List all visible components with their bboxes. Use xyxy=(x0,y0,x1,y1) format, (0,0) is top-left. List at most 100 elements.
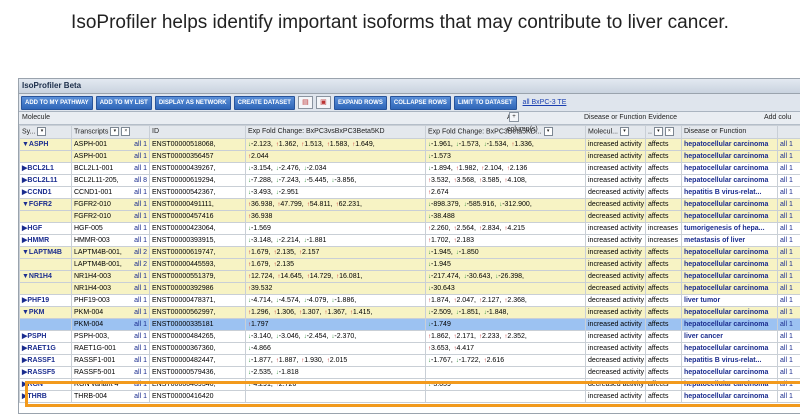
all-link[interactable]: all 1 xyxy=(134,272,147,282)
transcript-cell[interactable]: LAPTM4B-001,all 2 xyxy=(72,259,150,271)
transcript-cell[interactable]: PSPH-003,all 1 xyxy=(72,331,150,343)
all-link[interactable]: all 8 xyxy=(134,176,147,186)
transcript-cell[interactable]: RAET1G-001all 1 xyxy=(72,343,150,355)
transcript-cell[interactable]: BCL2L11-205,all 8 xyxy=(72,175,150,187)
ensembl-id-cell[interactable]: ENST00000562997, xyxy=(150,307,246,319)
ensembl-id-cell[interactable]: ENST00000542367, xyxy=(150,187,246,199)
remove-column-icon[interactable]: × xyxy=(121,127,130,136)
table-row[interactable]: ▶RGNRGN variant 4all 1ENST00000469346,↓-… xyxy=(20,379,800,391)
col-relation[interactable]: ..▾× xyxy=(646,126,682,139)
symbol-cell[interactable]: ▶HGF xyxy=(20,223,72,235)
add-to-pathway-button[interactable]: ADD TO MY PATHWAY xyxy=(21,96,93,110)
count-cell[interactable]: all 1 xyxy=(778,247,800,259)
symbol-cell[interactable]: ▶RASSF5 xyxy=(20,367,72,379)
transcript-cell[interactable]: ASPH-001all 1 xyxy=(72,151,150,163)
symbol-cell[interactable] xyxy=(20,259,72,271)
ensembl-id-cell[interactable]: ENST00000439267, xyxy=(150,163,246,175)
ensembl-id-cell[interactable]: ENST00000392986 xyxy=(150,283,246,295)
all-link[interactable]: all 1 xyxy=(134,236,147,246)
all-link[interactable]: all 1 xyxy=(134,140,147,150)
transcript-cell[interactable]: NR1H4-003all 1 xyxy=(72,283,150,295)
disease-cell[interactable]: hepatocellular carcinoma xyxy=(682,163,778,175)
transcript-cell[interactable]: FGFR2-010all 1 xyxy=(72,211,150,223)
count-cell[interactable]: all 1 xyxy=(778,199,800,211)
count-cell[interactable]: all 1 xyxy=(778,175,800,187)
symbol-cell[interactable]: ▼LAPTM4B xyxy=(20,247,72,259)
table-row[interactable]: ▶HMMRHMMR-003all 1ENST00000393915,↓-3.14… xyxy=(20,235,800,247)
export-icon[interactable]: ▤ xyxy=(298,96,313,109)
ensembl-id-cell[interactable]: ENST00000482447, xyxy=(150,355,246,367)
disease-cell[interactable]: hepatocellular carcinoma xyxy=(682,319,778,331)
col-transcripts[interactable]: Transcripts▾× xyxy=(72,126,150,139)
count-cell[interactable]: all 1 xyxy=(778,151,800,163)
all-link[interactable]: all 1 xyxy=(134,308,147,318)
disease-cell[interactable]: hepatocellular carcinoma xyxy=(682,259,778,271)
disease-cell[interactable]: hepatitis B virus-relat... xyxy=(682,187,778,199)
transcript-cell[interactable]: RASSF1-001all 1 xyxy=(72,355,150,367)
table-row[interactable]: NR1H4-003all 1ENST00000392986↑39.532↓-30… xyxy=(20,283,800,295)
all-link[interactable]: all 1 xyxy=(134,344,147,354)
table-row[interactable]: ▶RASSF1RASSF1-001all 1ENST00000482447,↓-… xyxy=(20,355,800,367)
table-row[interactable]: ▶PHF19PHF19-003all 1ENST00000478371,↓-4.… xyxy=(20,295,800,307)
disease-cell[interactable]: hepatocellular carcinoma xyxy=(682,151,778,163)
ensembl-id-cell[interactable]: ENST00000518068, xyxy=(150,139,246,151)
disease-cell[interactable]: tumorigenesis of hepa... xyxy=(682,223,778,235)
disease-cell[interactable]: hepatocellular carcinoma xyxy=(682,367,778,379)
table-row[interactable]: ▼PKMPKM-004all 1ENST00000562997,↑1.296,↑… xyxy=(20,307,800,319)
table-row[interactable]: ▶PSPHPSPH-003,all 1ENST00000484265,↓-3.1… xyxy=(20,331,800,343)
transcript-cell[interactable]: PHF19-003all 1 xyxy=(72,295,150,307)
symbol-cell[interactable]: ▶BCL2L11 xyxy=(20,175,72,187)
col-exp-fold-change-1[interactable]: Exp Fold Change: BxPC3vsBxPC3Beta5KD xyxy=(246,126,426,139)
table-row[interactable]: ▶RASSF5RASSF5-001all 1ENST00000579436,↓-… xyxy=(20,367,800,379)
table-row[interactable]: ▼LAPTM4BLAPTM4B-001,all 2ENST00000619747… xyxy=(20,247,800,259)
col-id[interactable]: ID xyxy=(150,126,246,139)
disease-cell[interactable]: hepatocellular carcinoma xyxy=(682,271,778,283)
count-cell[interactable]: all 1 xyxy=(778,211,800,223)
display-as-network-button[interactable]: DISPLAY AS NETWORK xyxy=(155,96,231,110)
all-link[interactable]: all 1 xyxy=(134,152,147,162)
symbol-cell[interactable]: ▼ASPH xyxy=(20,139,72,151)
transcript-cell[interactable]: PKM-004all 1 xyxy=(72,307,150,319)
disease-cell[interactable]: hepatocellular carcinoma xyxy=(682,391,778,403)
all-link[interactable]: all 2 xyxy=(134,260,147,270)
symbol-cell[interactable]: ▶RGN xyxy=(20,379,72,391)
transcript-cell[interactable]: BCL2L1-001all 1 xyxy=(72,163,150,175)
ensembl-id-cell[interactable]: ENST00000478371, xyxy=(150,295,246,307)
limit-to-dataset-button[interactable]: LIMIT TO DATASET xyxy=(454,96,517,110)
transcript-cell[interactable]: THRB-004all 1 xyxy=(72,391,150,403)
table-row[interactable]: LAPTM4B-001,all 2ENST00000445593,↑1.679,… xyxy=(20,259,800,271)
all-link[interactable]: all 1 xyxy=(134,392,147,402)
symbol-cell[interactable] xyxy=(20,151,72,163)
disease-cell[interactable]: hepatocellular carcinoma xyxy=(682,139,778,151)
count-cell[interactable]: all 1 xyxy=(778,307,800,319)
col-exp-fold-change-2[interactable]: Exp Fold Change: BxPC3Beta5KD...▾ xyxy=(426,126,586,139)
ensembl-id-cell[interactable]: ENST00000579436, xyxy=(150,367,246,379)
symbol-cell[interactable]: ▶THRB xyxy=(20,391,72,403)
ensembl-id-cell[interactable]: ENST00000423064, xyxy=(150,223,246,235)
table-row[interactable]: ▶RAET1GRAET1G-001all 1ENST00000367360,↓-… xyxy=(20,343,800,355)
col-symbol[interactable]: Sy...▾ xyxy=(20,126,72,139)
table-row[interactable]: ▶THRBTHRB-004all 1ENST00000416420increas… xyxy=(20,391,800,403)
count-cell[interactable]: all 1 xyxy=(778,379,800,391)
filter-icon[interactable]: ▾ xyxy=(544,127,553,136)
symbol-cell[interactable]: ▼PKM xyxy=(20,307,72,319)
count-cell[interactable]: all 1 xyxy=(778,259,800,271)
symbol-cell[interactable]: ▶CCND1 xyxy=(20,187,72,199)
collapse-rows-button[interactable]: COLLAPSE ROWS xyxy=(390,96,451,110)
table-row[interactable]: ▼NR1H4NR1H4-003all 1ENST00000551379,↑12.… xyxy=(20,271,800,283)
all-link[interactable]: all 1 xyxy=(134,212,147,222)
add-columns-right-link[interactable]: Add colu xyxy=(764,112,791,124)
disease-cell[interactable]: hepatocellular carcinoma xyxy=(682,283,778,295)
count-cell[interactable]: all 1 xyxy=(778,283,800,295)
filter-icon[interactable]: ▾ xyxy=(654,127,663,136)
table-row[interactable]: ▶HGFHGF-005all 1ENST00000423064,↓-1.569↑… xyxy=(20,223,800,235)
transcript-cell[interactable]: HGF-005all 1 xyxy=(72,223,150,235)
ensembl-id-cell[interactable]: ENST00000619294, xyxy=(150,175,246,187)
ensembl-id-cell[interactable]: ENST00000484265, xyxy=(150,331,246,343)
all-link[interactable]: all 1 xyxy=(134,296,147,306)
disease-cell[interactable]: metastasis of liver xyxy=(682,235,778,247)
table-row[interactable]: ▼ASPHASPH-001all 1ENST00000518068,↓-2.12… xyxy=(20,139,800,151)
filter-icon[interactable]: ▾ xyxy=(37,127,46,136)
transcript-cell[interactable]: FGFR2-010all 1 xyxy=(72,199,150,211)
symbol-cell[interactable]: ▼NR1H4 xyxy=(20,271,72,283)
